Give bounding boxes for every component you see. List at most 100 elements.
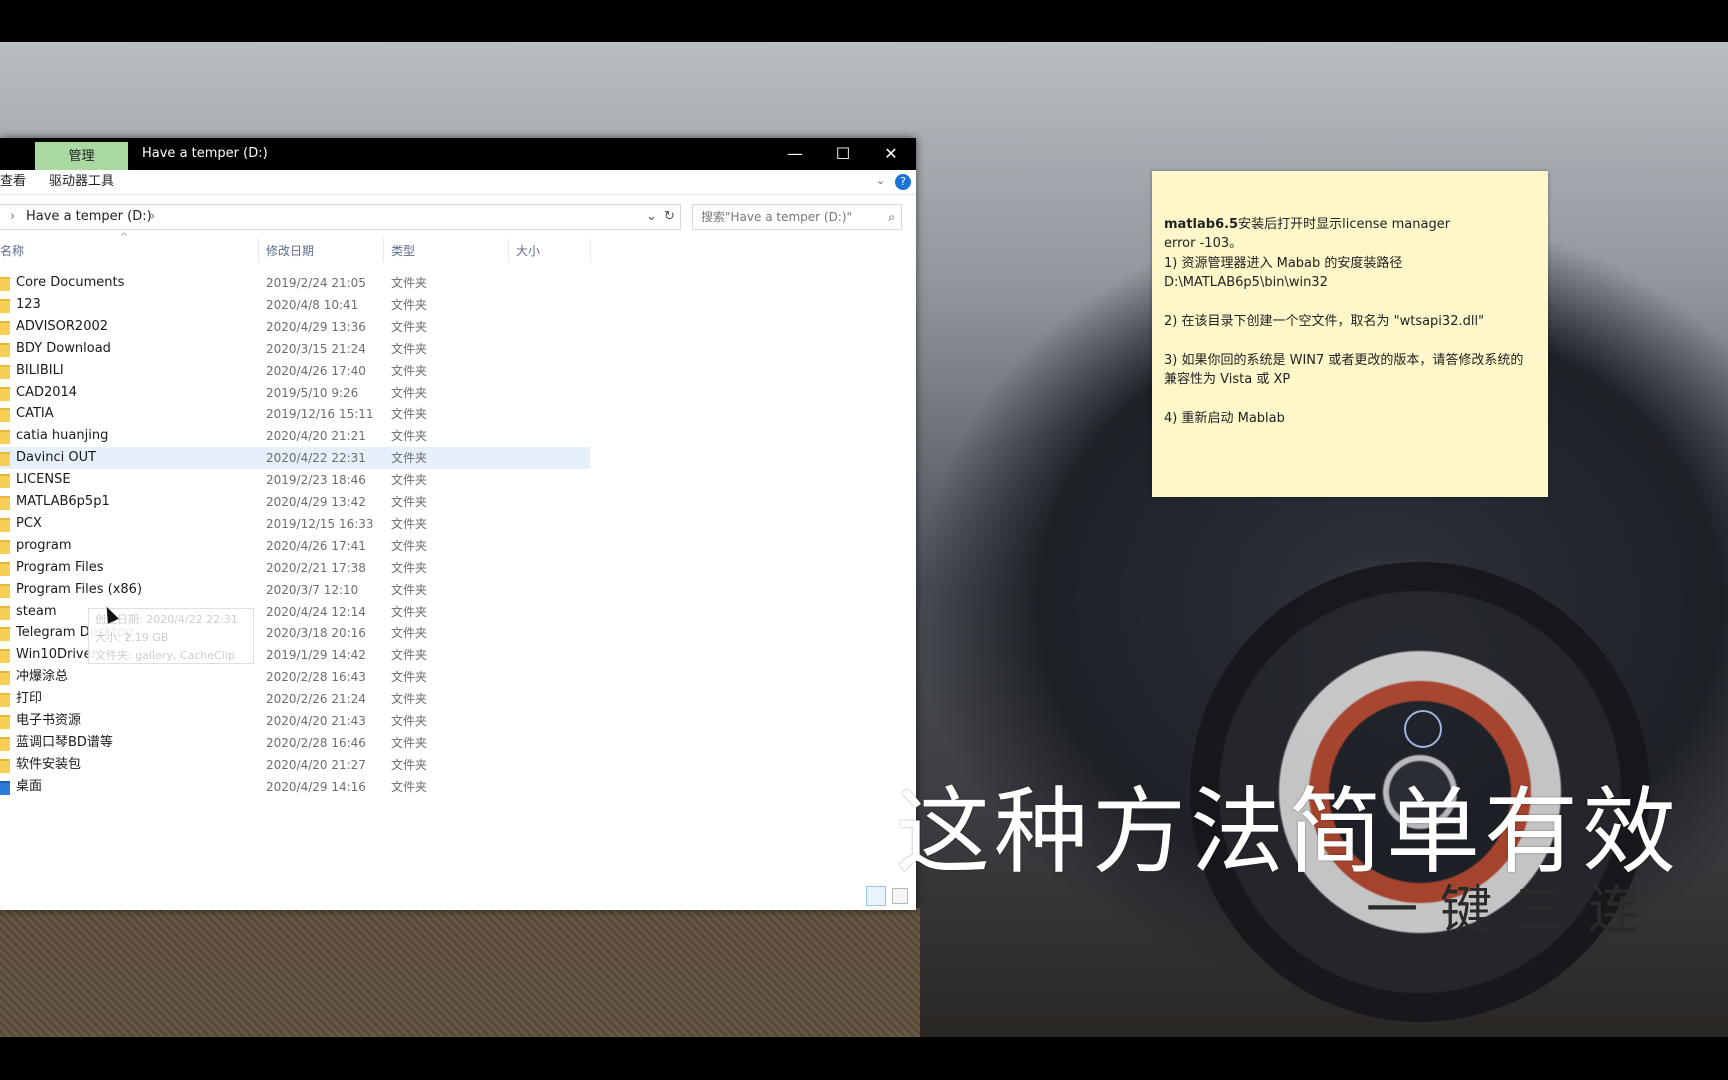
file-name[interactable]: ADVISOR2002 bbox=[16, 316, 108, 338]
note-title-rest: 安装后打开时显示license manager bbox=[1238, 217, 1451, 232]
file-name[interactable]: program bbox=[16, 535, 72, 557]
file-name[interactable]: 电子书资源 bbox=[16, 710, 81, 732]
sticky-note[interactable]: matlab6.5安装后打开时显示license manager error -… bbox=[1152, 171, 1548, 497]
table-row[interactable]: catia huanjing 2020/4/20 21:21 文件夹 bbox=[0, 425, 590, 447]
file-type: 文件夹 bbox=[391, 648, 428, 663]
file-type: 文件夹 bbox=[391, 319, 428, 334]
details-view-icon[interactable] bbox=[866, 886, 886, 906]
file-name[interactable]: steam bbox=[16, 601, 57, 623]
ribbon-tab-manage[interactable]: 管理 bbox=[35, 142, 128, 170]
table-row[interactable]: PCX 2019/12/15 16:33 文件夹 bbox=[0, 513, 590, 535]
file-name[interactable]: CAD2014 bbox=[16, 382, 77, 404]
address-bar[interactable]: › Have a temper (D:) › ⌄ ↻ bbox=[0, 204, 681, 230]
file-type: 文件夹 bbox=[391, 582, 428, 597]
help-icon[interactable]: ? bbox=[895, 174, 911, 190]
file-type: 文件夹 bbox=[391, 779, 428, 794]
file-type: 文件夹 bbox=[391, 757, 428, 772]
search-input[interactable]: 搜索"Have a temper (D:)" ⌕ bbox=[692, 204, 902, 230]
file-name[interactable]: 软件安装包 bbox=[16, 754, 81, 776]
ribbon-bar: 查看 驱动器工具 bbox=[0, 170, 916, 195]
file-type: 文件夹 bbox=[391, 473, 428, 488]
file-name[interactable]: MATLAB6p5p1 bbox=[16, 491, 110, 513]
file-name[interactable]: 打印 bbox=[16, 688, 42, 710]
file-date: 2020/4/29 14:16 bbox=[266, 779, 366, 794]
table-row[interactable]: CAD2014 2019/5/10 9:26 文件夹 bbox=[0, 382, 590, 404]
column-divider[interactable] bbox=[383, 238, 384, 262]
file-name[interactable]: Program Files bbox=[16, 557, 104, 579]
file-type: 文件夹 bbox=[391, 516, 428, 531]
file-date: 2019/2/23 18:46 bbox=[266, 473, 366, 488]
folder-icon bbox=[0, 430, 10, 445]
table-row[interactable]: LICENSE 2019/2/23 18:46 文件夹 bbox=[0, 469, 590, 491]
file-date: 2019/1/29 14:42 bbox=[266, 648, 366, 663]
minimize-icon[interactable]: — bbox=[772, 138, 818, 170]
folder-icon bbox=[0, 452, 10, 467]
column-divider[interactable] bbox=[258, 238, 259, 262]
table-row[interactable]: BDY Download 2020/3/15 21:24 文件夹 bbox=[0, 338, 590, 360]
file-name[interactable]: Win10Driver bbox=[16, 644, 97, 666]
ribbon-tab-drive-tools[interactable]: 驱动器工具 bbox=[49, 170, 114, 194]
file-date: 2020/3/15 21:24 bbox=[266, 341, 366, 356]
note-step-1: 1) 资源管理器进入 Mabab 的安度装路径 D:\MATLAB6p5\bin… bbox=[1164, 256, 1403, 290]
file-name[interactable]: Core Documents bbox=[16, 272, 124, 294]
table-row[interactable]: 蓝调口琴BD谱等 2020/2/28 16:46 文件夹 bbox=[0, 732, 590, 754]
file-type: 文件夹 bbox=[391, 341, 428, 356]
ribbon-tab-view[interactable]: 查看 bbox=[0, 170, 26, 194]
table-row[interactable]: BILIBILI 2020/4/26 17:40 文件夹 bbox=[0, 360, 590, 382]
file-name[interactable]: 桌面 bbox=[16, 776, 42, 798]
file-type: 文件夹 bbox=[391, 429, 428, 444]
table-row[interactable]: 桌面 2020/4/29 14:16 文件夹 bbox=[0, 776, 590, 798]
address-dropdown-icon[interactable]: ⌄ bbox=[646, 205, 657, 229]
file-type: 文件夹 bbox=[391, 407, 428, 422]
note-step-3: 3) 如果你回的系统是 WIN7 或者更改的版本，请答修改系统的兼容性为 Vis… bbox=[1164, 353, 1524, 387]
table-row[interactable]: program 2020/4/26 17:41 文件夹 bbox=[0, 535, 590, 557]
folder-icon bbox=[0, 298, 10, 313]
file-name[interactable]: 蓝调口琴BD谱等 bbox=[16, 732, 113, 754]
table-row[interactable]: 冲爆涂总 2020/2/28 16:43 文件夹 bbox=[0, 666, 590, 688]
file-name[interactable]: Program Files (x86) bbox=[16, 579, 142, 601]
gravel-ground-image bbox=[0, 908, 920, 1037]
table-row[interactable]: Program Files 2020/2/21 17:38 文件夹 bbox=[0, 557, 590, 579]
file-name[interactable]: CATIA bbox=[16, 403, 54, 425]
file-name[interactable]: catia huanjing bbox=[16, 425, 108, 447]
table-row[interactable]: Program Files (x86) 2020/3/7 12:10 文件夹 bbox=[0, 579, 590, 601]
table-row[interactable]: 123 2020/4/8 10:41 文件夹 bbox=[0, 294, 590, 316]
breadcrumb-chevron-icon[interactable]: › bbox=[150, 205, 155, 229]
folder-icon bbox=[0, 496, 10, 510]
column-header-name[interactable]: 名称 bbox=[0, 242, 24, 259]
table-row[interactable]: Core Documents 2019/2/24 21:05 文件夹 bbox=[0, 272, 590, 294]
column-header-size[interactable]: 大小 bbox=[516, 242, 540, 259]
table-row[interactable]: ADVISOR2002 2020/4/29 13:36 文件夹 bbox=[0, 316, 590, 338]
folder-icon bbox=[0, 671, 10, 686]
file-name[interactable]: 123 bbox=[16, 294, 41, 316]
breadcrumb-chevron-icon: › bbox=[10, 209, 16, 224]
file-type: 文件夹 bbox=[391, 297, 428, 312]
table-row[interactable]: 电子书资源 2020/4/20 21:43 文件夹 bbox=[0, 710, 590, 732]
ribbon-collapse-icon[interactable]: ⌄ bbox=[876, 174, 885, 187]
address-path[interactable]: Have a temper (D:) bbox=[26, 205, 152, 229]
table-row[interactable]: 软件安装包 2020/4/20 21:27 文件夹 bbox=[0, 754, 590, 776]
file-name[interactable]: LICENSE bbox=[16, 469, 71, 491]
table-row[interactable]: CATIA 2019/12/16 15:11 文件夹 bbox=[0, 403, 590, 425]
file-name[interactable]: PCX bbox=[16, 513, 42, 535]
file-type: 文件夹 bbox=[391, 626, 428, 641]
file-date: 2020/4/29 13:36 bbox=[266, 319, 366, 334]
column-header-type[interactable]: 类型 bbox=[391, 242, 415, 259]
close-icon[interactable]: ✕ bbox=[868, 138, 914, 170]
table-row[interactable]: 打印 2020/2/26 21:24 文件夹 bbox=[0, 688, 590, 710]
folder-icon bbox=[0, 277, 10, 291]
file-name[interactable]: BDY Download bbox=[16, 338, 111, 360]
file-name[interactable]: Davinci OUT bbox=[16, 447, 96, 469]
column-header-date[interactable]: 修改日期 bbox=[266, 242, 314, 259]
file-name[interactable]: BILIBILI bbox=[16, 360, 64, 382]
refresh-icon[interactable]: ↻ bbox=[664, 205, 675, 229]
file-name[interactable]: 冲爆涂总 bbox=[16, 666, 68, 688]
column-divider[interactable] bbox=[508, 238, 509, 262]
table-row[interactable]: MATLAB6p5p1 2020/4/29 13:42 文件夹 bbox=[0, 491, 590, 513]
maximize-icon[interactable]: ☐ bbox=[820, 138, 866, 170]
table-row[interactable]: Davinci OUT 2020/4/22 22:31 文件夹 bbox=[0, 447, 590, 470]
file-date: 2020/4/20 21:43 bbox=[266, 714, 366, 728]
file-type: 文件夹 bbox=[391, 714, 428, 728]
search-icon[interactable]: ⌕ bbox=[888, 205, 895, 229]
column-divider[interactable] bbox=[590, 238, 591, 262]
